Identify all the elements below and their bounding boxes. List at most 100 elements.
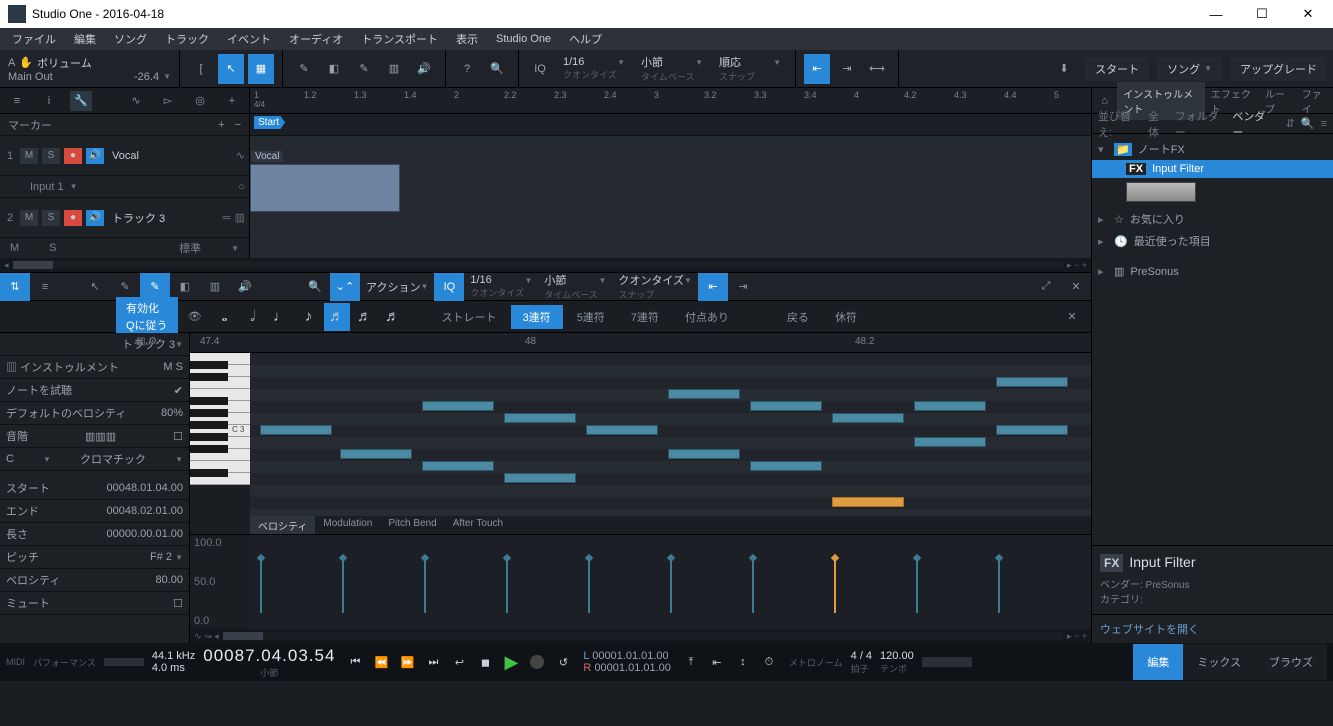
- arrow-tool2[interactable]: ↖: [80, 273, 110, 301]
- snap-select[interactable]: 順応▼ スナップ: [713, 53, 787, 84]
- marker-add-icon[interactable]: +: [218, 119, 224, 131]
- menu-audio[interactable]: オーディオ: [281, 28, 351, 50]
- pianoroll-ruler[interactable]: ▥ ⚙ 47.4 48 48.2: [190, 333, 1091, 353]
- maximize-button[interactable]: ☐: [1239, 0, 1285, 28]
- note[interactable]: [914, 437, 986, 447]
- tree-note-fx[interactable]: 📁ノートFX: [1092, 138, 1333, 160]
- search-icon[interactable]: 🔍: [484, 54, 510, 84]
- velocity-lane[interactable]: [250, 535, 1091, 629]
- loop-l[interactable]: 00001.01.01.00: [592, 650, 668, 662]
- start-button[interactable]: スタート: [1085, 57, 1149, 81]
- snap-grid-icon[interactable]: ⟷: [864, 54, 890, 84]
- menu-edit[interactable]: 編集: [66, 28, 104, 50]
- quantize-select[interactable]: 1/16▼ クオンタイズ: [557, 55, 631, 82]
- input-o-icon[interactable]: ○: [238, 181, 245, 193]
- forward-end-button[interactable]: ⏭: [421, 650, 445, 674]
- menu-help[interactable]: ヘルプ: [561, 28, 610, 50]
- note[interactable]: [340, 449, 412, 459]
- mute-button[interactable]: M: [20, 148, 38, 164]
- paint-tool[interactable]: ✎: [351, 54, 377, 84]
- monitor-button[interactable]: 🔊: [86, 148, 104, 164]
- mute-check[interactable]: ☐: [173, 597, 183, 610]
- return-button[interactable]: ↩: [447, 650, 471, 674]
- grid-tool2[interactable]: ▥: [200, 273, 230, 301]
- rest-button[interactable]: 休符: [823, 305, 869, 329]
- menu-transport[interactable]: トランスポート: [353, 28, 446, 50]
- close-button[interactable]: ✕: [1285, 0, 1331, 28]
- note[interactable]: [422, 401, 494, 411]
- pencil-tool[interactable]: ✎: [291, 54, 317, 84]
- stop-button[interactable]: ◼: [473, 650, 497, 674]
- eye-icon[interactable]: 👁: [180, 303, 210, 331]
- record-button[interactable]: ●: [64, 148, 82, 164]
- marker-remove-icon[interactable]: −: [235, 119, 241, 131]
- note[interactable]: [750, 461, 822, 471]
- snap-r-icon[interactable]: ⇥: [728, 273, 758, 301]
- info-icon[interactable]: i: [38, 91, 60, 111]
- expand-icon[interactable]: ⤢: [1031, 273, 1061, 301]
- rewind-button[interactable]: ⏪: [369, 650, 393, 674]
- start-marker[interactable]: Start: [254, 116, 285, 129]
- preview-check[interactable]: ✔: [174, 384, 183, 397]
- pr-scrollbar[interactable]: ∿ ↝ ◂▸ − +: [190, 629, 1091, 643]
- close-panel-icon[interactable]: ✕: [1061, 273, 1091, 301]
- action-select[interactable]: アクション▼: [360, 278, 434, 296]
- loop-r[interactable]: 00001.01.01.00: [594, 662, 670, 674]
- vel-tab[interactable]: ベロシティ: [250, 516, 315, 534]
- tree-recent[interactable]: 🕓最近使った項目: [1092, 230, 1333, 252]
- website-link[interactable]: ウェブサイトを開く: [1092, 614, 1333, 643]
- mute-button[interactable]: M: [20, 210, 38, 226]
- range-icon[interactable]: ⌄⌃: [330, 273, 360, 301]
- snap-tool1[interactable]: ⤒: [679, 650, 703, 674]
- triplet3-button[interactable]: 3連符: [511, 305, 563, 329]
- menu-song[interactable]: ソング: [106, 28, 155, 50]
- tree-input-filter[interactable]: FXInput Filter: [1092, 160, 1333, 178]
- list2-icon[interactable]: ≡: [30, 273, 60, 301]
- list-icon[interactable]: ≡: [6, 91, 28, 111]
- tree-favorites[interactable]: ☆お気に入り: [1092, 208, 1333, 230]
- monitor-button[interactable]: 🔊: [86, 210, 104, 226]
- pianoroll-grid[interactable]: [250, 353, 1091, 516]
- snap-l-icon[interactable]: ⇤: [698, 273, 728, 301]
- split-tool[interactable]: ▥: [381, 54, 407, 84]
- pan-icon[interactable]: ✋: [19, 56, 33, 69]
- target-icon[interactable]: ◎: [189, 91, 211, 111]
- root-select[interactable]: C: [6, 453, 14, 465]
- note[interactable]: [996, 425, 1068, 435]
- aftertouch-tab[interactable]: After Touch: [445, 516, 511, 534]
- back-button[interactable]: 戻る: [775, 305, 821, 329]
- timeline-ruler[interactable]: 4/4 1 1.2 1.3 1.4 2 2.2 2.3 2.4 3 3.2 3.…: [250, 88, 1091, 114]
- quarter-note[interactable]: ♩: [268, 303, 294, 331]
- song-button[interactable]: ソング▼: [1157, 57, 1222, 81]
- straight-button[interactable]: ストレート: [430, 305, 509, 329]
- solo-button[interactable]: S: [42, 148, 60, 164]
- note[interactable]: [422, 461, 494, 471]
- global-solo[interactable]: S: [49, 242, 56, 254]
- input-select[interactable]: Input 1: [30, 181, 64, 193]
- note[interactable]: [260, 425, 332, 435]
- global-mute[interactable]: M: [10, 242, 19, 254]
- pr-snap[interactable]: クオンタイズ▼スナップ: [612, 271, 698, 302]
- sort-icon[interactable]: ⇅: [0, 273, 30, 301]
- forward-button[interactable]: ⏩: [395, 650, 419, 674]
- note-selected[interactable]: [832, 497, 904, 507]
- scale-select[interactable]: クロマチック: [80, 451, 146, 467]
- position-display[interactable]: 00087.04.03.54: [203, 646, 335, 666]
- record-button[interactable]: ●: [64, 210, 82, 226]
- end-value[interactable]: 00048.02.01.00: [107, 505, 183, 517]
- menu-studioone[interactable]: Studio One: [488, 30, 559, 48]
- arrow-tool[interactable]: ↖: [218, 54, 244, 84]
- triplet7-button[interactable]: 7連符: [619, 305, 671, 329]
- menu-event[interactable]: イベント: [219, 28, 279, 50]
- rewind-start-button[interactable]: ⏮: [343, 650, 367, 674]
- flag-icon[interactable]: ▻: [157, 91, 179, 111]
- close2-icon[interactable]: ✕: [1057, 303, 1087, 331]
- marquee-tool[interactable]: ▦: [248, 54, 274, 84]
- length-value[interactable]: 00000.00.01.00: [107, 528, 183, 540]
- record-button2[interactable]: [525, 650, 549, 674]
- sort-list-icon[interactable]: ≡: [1321, 118, 1327, 130]
- automation-icon[interactable]: ∿: [125, 91, 147, 111]
- tempo-value[interactable]: 120.00: [880, 650, 914, 662]
- piano-keys[interactable]: C 3: [190, 353, 250, 516]
- mute-tool[interactable]: 🔊: [411, 54, 437, 84]
